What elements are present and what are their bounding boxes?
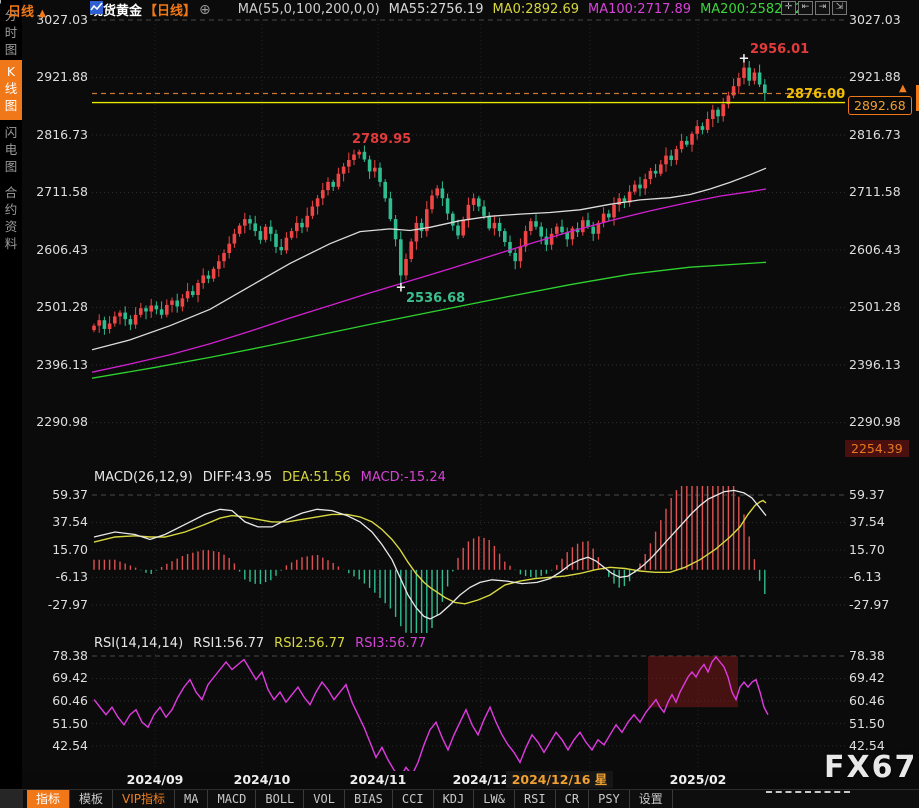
toolbar-item-PSY[interactable]: PSY [589,790,630,808]
y-axis-label: 2606.43 [849,242,915,257]
y-axis-label: 69.42 [26,670,88,685]
y-axis-label: -27.97 [849,597,915,612]
date-tick: 2024/09 [127,772,184,787]
chart-application-window: 分 时 图K 线 图闪 电 图合 约 资 料 现货黄金 【日线】 ⊕ MA(55… [0,0,919,808]
hline-price-label: 2876.00 [786,87,845,102]
toolbar-item-设置[interactable]: 设置 [630,790,673,808]
macd-header: MACD(26,12,9) DIFF:43.95 DEA:51.56 MACD:-15… [94,470,456,485]
toolbar-corner-stub [0,790,23,808]
y-axis-label: 42.54 [26,738,88,753]
period-selector[interactable]: 日线 ▲ [8,1,46,20]
high-cross-marker: + [739,51,750,66]
toolbar-item-BIAS[interactable]: BIAS [345,790,393,808]
low-price-badge: 2254.39 [845,440,909,457]
y-axis-label: 2711.58 [26,184,88,199]
toolbar-item-CCI[interactable]: CCI [393,790,434,808]
chart-plot-area[interactable] [0,0,919,808]
annotation-low-2536: 2536.68 [406,291,465,306]
y-axis-label: 37.54 [849,514,915,529]
y-axis-label: 15.70 [26,542,88,557]
y-axis-label: 59.37 [26,487,88,502]
annotation-high-2789: 2789.95 [352,132,411,147]
y-axis-label: 59.37 [849,487,915,502]
toolbar-item-指标[interactable]: 指标 [27,790,70,808]
y-axis-label: 15.70 [849,542,915,557]
indicator-header-item: RSI1:56.77 [193,636,264,651]
rsi-header: RSI(14,14,14) RSI1:56.77 RSI2:56.77 RSI3:56… [94,636,436,651]
y-axis-label: 2816.73 [849,127,915,142]
indicator-header-item: MACD(26,12,9) [94,470,193,485]
y-axis-label: -6.13 [26,569,88,584]
y-axis-label: 51.50 [849,716,915,731]
indicator-header-item: DIFF:43.95 [203,470,272,485]
y-axis-label: 60.46 [26,693,88,708]
toolbar-item-VIP指标[interactable]: VIP指标 [113,790,175,808]
toolbar-item-LW&[interactable]: LW& [474,790,515,808]
toolbar-item-VOL[interactable]: VOL [304,790,345,808]
y-axis-label: -27.97 [26,597,88,612]
y-axis-label: 78.38 [849,648,915,663]
y-axis-label: 2711.58 [849,184,915,199]
y-axis-label: 2816.73 [26,127,88,142]
watermark-underline [766,791,850,793]
price-alert-arrow-icon[interactable]: ▲ [899,83,907,94]
toolbar-item-MACD[interactable]: MACD [208,790,256,808]
crosshair-date-label: 2024/12/16 星期一 [506,771,613,788]
y-axis-label: 51.50 [26,716,88,731]
date-axis-row: 2024/09 2024/10 2024/11 2024/12 2025/02 2024/… [22,771,919,789]
y-axis-label: 3027.03 [849,12,915,27]
y-axis-label: 2921.88 [849,69,915,84]
annotation-high-2956: 2956.01 [750,42,809,57]
toolbar-item-KDJ[interactable]: KDJ [434,790,475,808]
chevron-up-icon: ▲ [39,8,47,19]
y-axis-label: 60.46 [849,693,915,708]
y-axis-label: -6.13 [849,569,915,584]
toolbar-item-CR[interactable]: CR [556,790,589,808]
y-axis-label: 2396.13 [849,357,915,372]
indicator-header-item: RSI(14,14,14) [94,636,183,651]
y-axis-label: 78.38 [26,648,88,663]
y-axis-label: 2396.13 [26,357,88,372]
y-axis-label: 69.42 [849,670,915,685]
date-tick: 2024/11 [350,772,407,787]
y-axis-label: 37.54 [26,514,88,529]
indicator-header-item: RSI3:56.77 [355,636,426,651]
low-cross-marker: + [396,281,407,296]
y-axis-label: 2921.88 [26,69,88,84]
date-tick: 2025/02 [670,772,727,787]
y-axis-label: 2501.28 [26,299,88,314]
watermark-logo: FX678 [824,750,919,785]
date-tick: 2024/12 [453,772,510,787]
indicator-header-item: MACD:-15.24 [361,470,446,485]
y-axis-label: 2606.43 [26,242,88,257]
high-cross-marker-2: + [0,0,5,8]
toolbar-item-BOLL[interactable]: BOLL [256,790,304,808]
toolbar-item-模板[interactable]: 模板 [70,790,113,808]
y-axis-label: 2501.28 [849,299,915,314]
indicator-header-item: RSI2:56.77 [274,636,345,651]
toolbar-item-MA[interactable]: MA [175,790,208,808]
y-axis-label: 2290.98 [849,414,915,429]
date-tick: 2024/10 [234,772,291,787]
y-axis-label: 2290.98 [26,414,88,429]
last-price-badge: 2892.68 [848,96,912,115]
toolbar-item-RSI[interactable]: RSI [515,790,556,808]
indicator-header-item: DEA:51.56 [282,470,351,485]
